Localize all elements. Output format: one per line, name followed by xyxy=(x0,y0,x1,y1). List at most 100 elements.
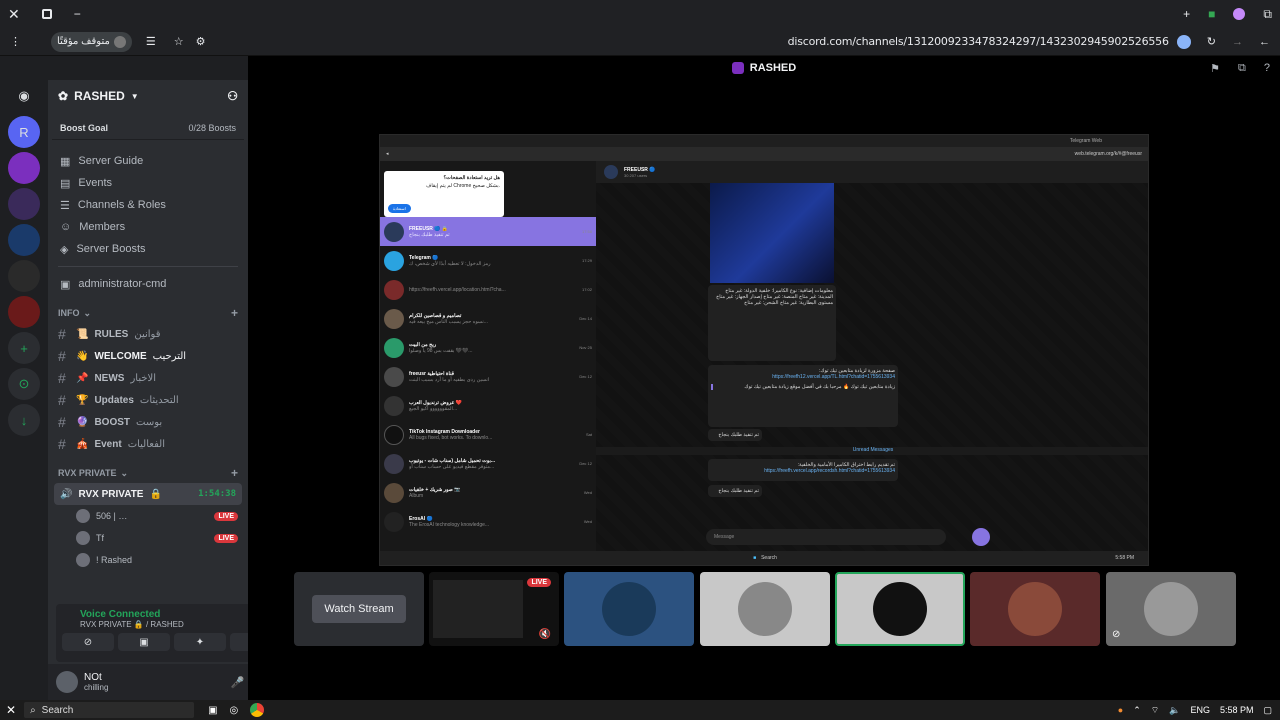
participant-tile[interactable]: ⊘ xyxy=(1106,572,1236,646)
url-text[interactable]: discord.com/channels/1312009233478324297… xyxy=(788,35,1169,48)
nav-channels-roles[interactable]: ☰ Channels & Roles xyxy=(48,194,248,216)
boost-icon: ◈ xyxy=(60,243,69,256)
discord-home-icon[interactable]: ◉ xyxy=(8,80,40,112)
download-icon[interactable]: ↓ xyxy=(8,404,40,436)
close-window-icon[interactable]: ✕ xyxy=(8,6,20,23)
nav-events[interactable]: ▤ Events xyxy=(48,172,248,194)
profile-icon[interactable] xyxy=(1233,8,1246,20)
tab-icon[interactable] xyxy=(41,9,52,19)
add-channel-icon[interactable]: + xyxy=(231,466,238,480)
camera-button[interactable]: ⊘ xyxy=(62,633,114,651)
chrome-icon[interactable] xyxy=(250,703,265,717)
bookmark-star-icon[interactable]: ☆ xyxy=(174,35,184,48)
window-controls-icon[interactable]: ⧉ xyxy=(1263,7,1272,22)
app-icon[interactable]: ◎ xyxy=(230,705,239,716)
back-icon[interactable]: ← xyxy=(1259,36,1270,48)
nav-members[interactable]: ☺ Members xyxy=(48,216,248,238)
flag-icon[interactable]: ⚑ xyxy=(1210,62,1220,75)
explore-icon[interactable]: ⊙ xyxy=(8,368,40,400)
participant-tile-speaking[interactable] xyxy=(835,572,965,646)
network-icon[interactable]: ⌔ xyxy=(1151,705,1159,716)
reload-icon[interactable]: ↻ xyxy=(1207,35,1216,48)
clock[interactable]: 5:58 PM xyxy=(1220,705,1254,715)
help-icon[interactable]: ? xyxy=(1264,62,1270,75)
channel-rules[interactable]: # 📜 RULES قوانين xyxy=(48,323,248,345)
voice-channel-rvx[interactable]: 🔊 RVX PRIVATE 🔒 1:54:38 xyxy=(54,483,242,505)
guide-icon: ▦ xyxy=(60,155,71,168)
chat-time: Dec 12 xyxy=(579,461,592,466)
server-icon-5[interactable] xyxy=(8,260,40,292)
mute-icon[interactable]: 🔇 xyxy=(539,629,551,640)
channel-emoji: 🔮 xyxy=(76,416,89,428)
server-header[interactable]: ✿ RASHED ▼ ⚇ xyxy=(48,80,248,112)
category-rvx-private[interactable]: RVX PRIVATE ⌄ + xyxy=(48,463,248,483)
activity-button[interactable]: ✦ xyxy=(174,633,226,651)
channel-admin[interactable]: ▣ administrator-cmd xyxy=(48,273,248,295)
avatar xyxy=(873,582,927,636)
popup-restore-button: استعادة xyxy=(388,204,411,213)
add-server-icon[interactable]: + xyxy=(8,332,40,364)
server-icon-2[interactable] xyxy=(8,152,40,184)
avatar xyxy=(384,424,404,445)
tray-app-icon[interactable]: ● xyxy=(1118,705,1123,715)
new-tab-icon[interactable]: + xyxy=(1183,7,1190,21)
participant-tile[interactable] xyxy=(970,572,1100,646)
member-name: 506 | … xyxy=(96,511,128,521)
chat-item: https://freefh.vercel.app/location.html?… xyxy=(380,275,596,304)
avatar xyxy=(384,279,404,300)
extension-icon[interactable]: ■ xyxy=(1208,7,1215,21)
speaker-icon: 🔊 xyxy=(60,488,73,500)
lang-label[interactable]: ENG xyxy=(1190,705,1210,715)
microphone-icon[interactable]: 🎤 xyxy=(231,676,245,689)
hash-icon: # xyxy=(58,348,66,364)
taskview-icon[interactable]: ▣ xyxy=(208,705,217,716)
minimize-icon[interactable]: − xyxy=(74,7,81,21)
nav-server-guide[interactable]: ▦ Server Guide xyxy=(48,150,248,172)
profile-pill[interactable]: متوقف مؤقتًا xyxy=(51,31,132,52)
server-icon-6[interactable] xyxy=(8,296,40,328)
server-icon-4[interactable] xyxy=(8,224,40,256)
hash-icon: # xyxy=(58,436,66,452)
server-icon-3[interactable] xyxy=(8,188,40,220)
channel-event[interactable]: # 🎪 Event الفعاليات xyxy=(48,433,248,455)
taskbar-search[interactable]: ⌕ Search xyxy=(24,702,195,718)
shared-taskbar: ■ Search 5:58 PM xyxy=(380,551,1148,565)
translate-icon[interactable]: ☰ xyxy=(146,35,156,48)
channel-news[interactable]: # 📌 NEWS الاخبار xyxy=(48,367,248,389)
participant-tile[interactable] xyxy=(700,572,830,646)
forward-icon[interactable]: → xyxy=(1232,36,1243,48)
channel-welcome[interactable]: # 👋 WELCOME الترحيب xyxy=(48,345,248,367)
invite-icon[interactable]: ⚇ xyxy=(227,89,238,103)
shared-screen[interactable]: Telegram Web ◂ web.telegram.org/k/#@free… xyxy=(379,134,1149,566)
camera-off-icon: ⊘ xyxy=(83,636,93,648)
menu-dots-icon[interactable]: ⋮ xyxy=(10,35,21,48)
channel-updates[interactable]: # 🏆 Updates التحديثات xyxy=(48,389,248,411)
channel-boost[interactable]: # 🔮 BOOST بوست xyxy=(48,411,248,433)
voice-member[interactable]: Tf LIVE xyxy=(48,527,248,549)
watch-stream-tile[interactable]: Watch Stream xyxy=(294,572,424,646)
volume-icon[interactable]: 🔈 xyxy=(1169,705,1180,716)
category-info[interactable]: INFO ⌄ + xyxy=(48,303,248,323)
watch-stream-button[interactable]: Watch Stream xyxy=(312,595,406,623)
channel-emoji: 📜 xyxy=(76,328,89,340)
live-stream-tile[interactable]: LIVE 🔇 xyxy=(429,572,559,646)
account-icon[interactable] xyxy=(1176,34,1191,49)
chevron-up-icon[interactable]: ⌃ xyxy=(1133,705,1141,716)
participant-tile[interactable] xyxy=(564,572,694,646)
stream-thumbnail xyxy=(433,580,523,638)
add-channel-icon[interactable]: + xyxy=(231,306,238,320)
popout-icon[interactable]: ⧉ xyxy=(1238,62,1246,75)
boost-goal-bar[interactable]: Boost Goal 0/28 Boosts xyxy=(52,116,244,140)
start-icon[interactable]: ✕ xyxy=(6,703,16,717)
avatar[interactable] xyxy=(56,671,78,693)
done-message-2: تم تنفيذ طلبك بنجاح xyxy=(708,485,762,497)
notification-icon[interactable]: ▢ xyxy=(1263,705,1272,716)
screen-share-button[interactable]: ▣ xyxy=(118,633,170,651)
link-message: صفحة مزورة لزيادة متابعين تيك توك: https… xyxy=(708,365,898,427)
voice-member[interactable]: ! Rashed xyxy=(48,549,248,571)
nav-server-boosts[interactable]: ◈ Server Boosts xyxy=(48,238,248,260)
server-icon-1[interactable]: R xyxy=(8,116,40,148)
windows-taskbar: ✕ ⌕ Search ▣ ◎ ● ⌃ ⌔ 🔈 ENG 5:58 PM ▢ xyxy=(0,700,1280,720)
voice-member[interactable]: 506 | … LIVE xyxy=(48,505,248,527)
site-settings-icon[interactable]: ⚙ xyxy=(196,35,206,48)
